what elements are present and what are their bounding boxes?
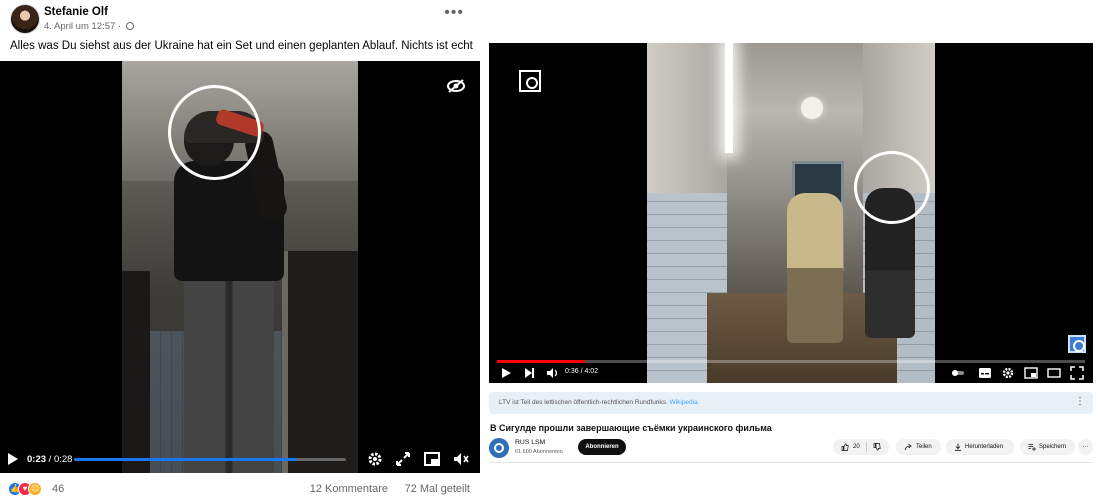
- picture-in-picture-icon[interactable]: [423, 450, 441, 468]
- download-icon: [955, 443, 961, 451]
- download-button[interactable]: Herunterladen: [946, 439, 1014, 455]
- facebook-video-controls: 0:23 / 0:28: [0, 446, 480, 473]
- subtitles-icon[interactable]: [978, 366, 992, 380]
- pill-divider: [866, 442, 867, 452]
- youtube-panel: 0:36 / 4:02 LTV ist Teil des lettischen …: [489, 43, 1093, 463]
- thumbs-down-icon[interactable]: [873, 443, 881, 451]
- video-time: 0:36 / 4:02: [565, 368, 599, 375]
- channel-avatar[interactable]: [489, 438, 509, 458]
- youtube-video-player[interactable]: 0:36 / 4:02: [489, 43, 1093, 383]
- settings-icon[interactable]: [1001, 366, 1015, 380]
- wikipedia-link[interactable]: Wikipedia: [670, 399, 698, 406]
- sad-icon: ☹: [28, 482, 42, 496]
- annotation-circle: [854, 151, 930, 224]
- thumbs-up-icon[interactable]: [841, 443, 849, 451]
- soldier-left: [787, 193, 843, 343]
- theater-icon[interactable]: [1047, 366, 1061, 380]
- time-total: 0:28: [53, 454, 73, 465]
- share-icon: [904, 443, 912, 451]
- time-current: 0:23: [27, 454, 47, 465]
- next-icon[interactable]: [525, 368, 534, 378]
- annotation-circle: [168, 85, 261, 180]
- mute-icon[interactable]: [452, 450, 470, 468]
- settings-icon[interactable]: [366, 450, 384, 468]
- channel-name[interactable]: RUS LSM: [515, 439, 545, 446]
- save-playlist-icon: [1028, 444, 1036, 451]
- video-progress-fill: [74, 458, 298, 461]
- save-label: Speichern: [1039, 444, 1067, 450]
- share-button[interactable]: Teilen: [896, 439, 941, 455]
- subscribe-button[interactable]: Abonnieren: [578, 439, 626, 455]
- frame-door-right: [282, 251, 358, 473]
- shares-count[interactable]: 72 Mal geteilt: [405, 483, 470, 495]
- subscriber-count: 61.600 Abonnenten: [515, 449, 563, 455]
- play-icon[interactable]: [8, 453, 18, 465]
- info-text: LTV ist Teil des lettischen öffentlich-r…: [499, 399, 698, 406]
- post-header: Stefanie Olf 4. April um 12:57 · •••: [10, 4, 470, 34]
- divider: [489, 462, 1093, 463]
- timestamp-text: 4. April um 12:57 ·: [44, 21, 122, 32]
- post-timestamp[interactable]: 4. April um 12:57 ·: [44, 21, 134, 32]
- video-progress-bar[interactable]: [74, 458, 346, 461]
- person-legs: [184, 276, 274, 473]
- facebook-post: Stefanie Olf 4. April um 12:57 · ••• All…: [0, 0, 480, 501]
- author-avatar[interactable]: [10, 4, 40, 34]
- channel-watermark-icon: [519, 70, 541, 92]
- frame-lamp: [801, 97, 823, 119]
- more-actions-button[interactable]: ···: [1078, 439, 1093, 455]
- frame-light: [725, 43, 733, 153]
- video-time: 0:23 / 0:28: [27, 454, 72, 465]
- volume-icon[interactable]: [546, 366, 560, 380]
- autoplay-toggle[interactable]: [951, 366, 965, 380]
- channel-badge-icon[interactable]: [1068, 335, 1086, 353]
- reaction-count[interactable]: 46: [52, 483, 64, 495]
- youtube-video-controls: 0:36 / 4:02: [489, 363, 1093, 383]
- comments-count[interactable]: 12 Kommentare: [310, 483, 388, 495]
- like-count[interactable]: 20: [853, 439, 860, 455]
- globe-icon: [125, 22, 134, 30]
- time-separator: /: [46, 454, 54, 465]
- author-name[interactable]: Stefanie Olf: [44, 6, 108, 18]
- share-label: Teilen: [916, 444, 932, 450]
- fullscreen-icon[interactable]: [394, 450, 412, 468]
- eye-slash-icon[interactable]: [446, 78, 466, 94]
- video-title: В Сигулде прошли завершающие съёмки укра…: [490, 423, 772, 433]
- info-panel: LTV ist Teil des lettischen öffentlich-r…: [489, 392, 1093, 414]
- fullscreen-icon[interactable]: [1070, 366, 1084, 380]
- miniplayer-icon[interactable]: [1024, 366, 1038, 380]
- save-button[interactable]: Speichern: [1020, 439, 1075, 455]
- post-text: Alles was Du siehst aus der Ukraine hat …: [10, 40, 473, 52]
- play-icon[interactable]: [502, 368, 511, 378]
- info-description: LTV ist Teil des lettischen öffentlich-r…: [499, 399, 668, 406]
- more-options-button[interactable]: •••: [444, 5, 464, 21]
- more-vertical-icon[interactable]: ⋮: [1075, 396, 1085, 407]
- like-dislike-group: 20: [833, 439, 889, 455]
- frame-door-left: [122, 271, 150, 473]
- download-label: Herunterladen: [965, 444, 1004, 450]
- more-horizontal-icon: ···: [1082, 444, 1089, 450]
- post-footer: 👍 ♥ ☹ 46 12 Kommentare 72 Mal geteilt: [8, 482, 470, 498]
